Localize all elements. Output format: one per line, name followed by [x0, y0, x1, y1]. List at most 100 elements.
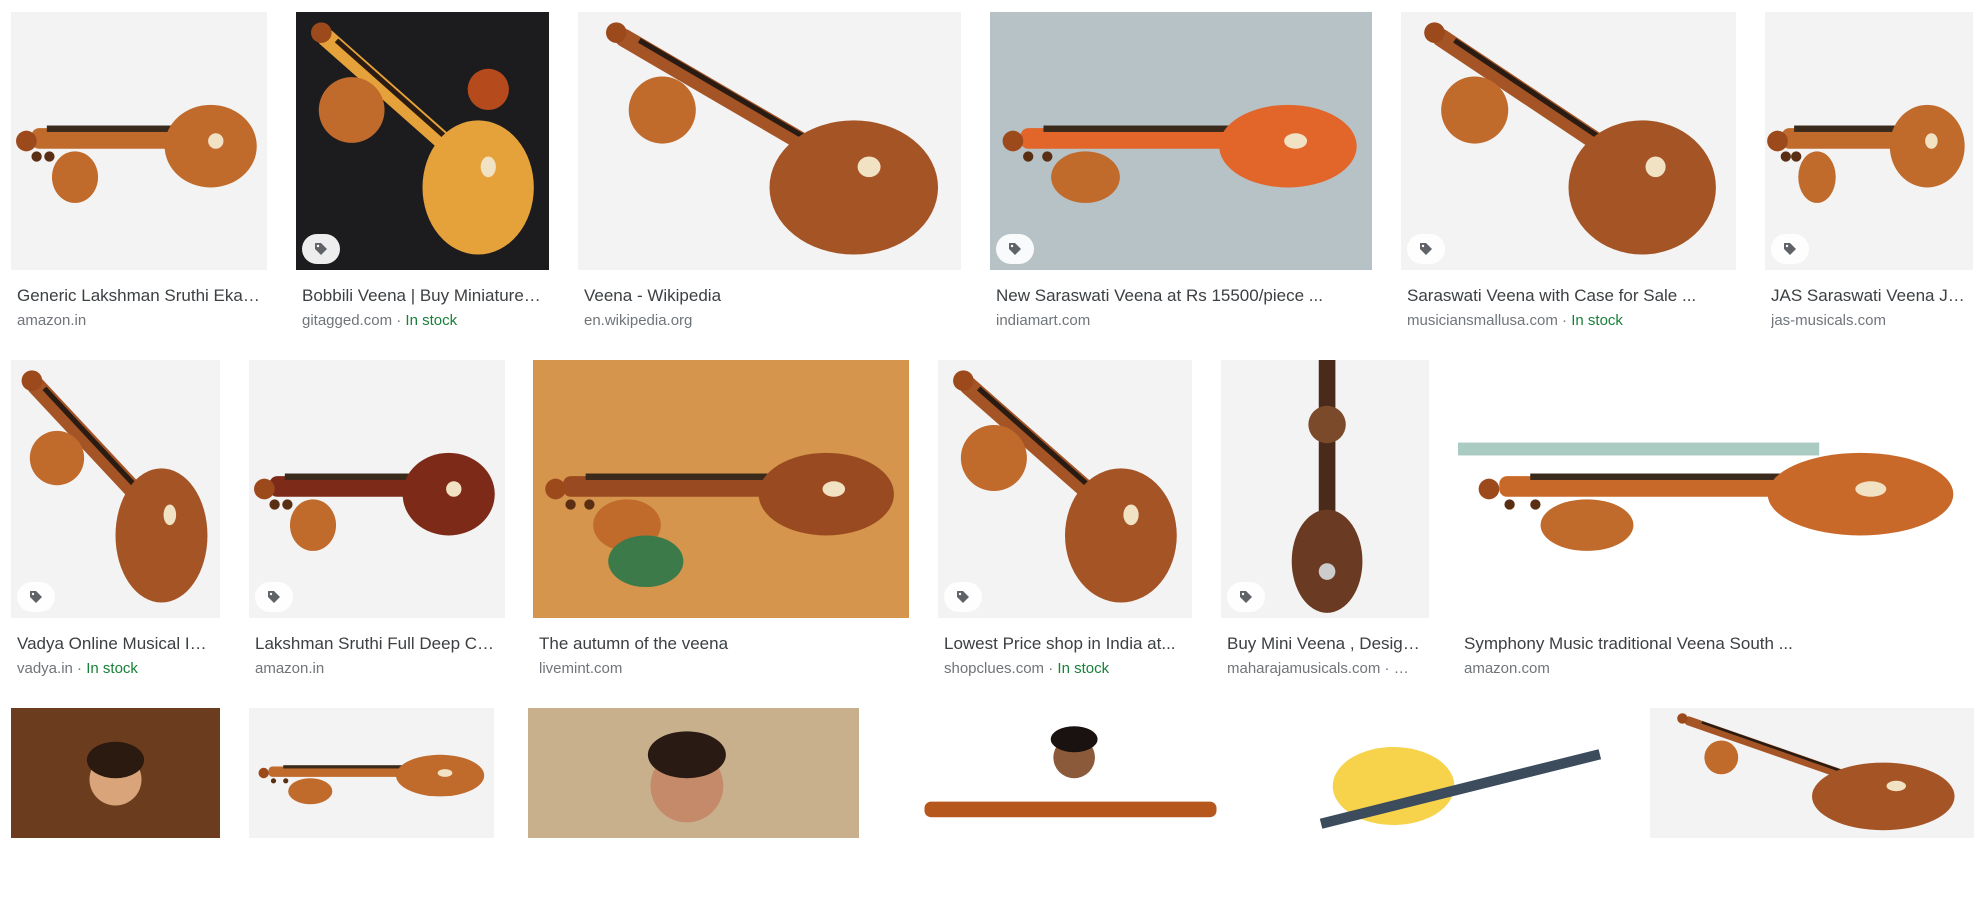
image-result-card[interactable]: New Saraswati Veena at Rs 15500/piece ..… [990, 12, 1372, 340]
veena-image [249, 360, 505, 618]
result-source: musiciansmallusa.com · In stock [1407, 312, 1623, 329]
image-result-card[interactable]: Vadya Online Musical Instruments vadya.in… [11, 360, 220, 688]
result-domain: livemint.com [539, 660, 623, 677]
price-tag-icon [1771, 234, 1809, 264]
result-title[interactable]: Veena - Wikipedia [584, 285, 957, 307]
result-title[interactable]: The autumn of the veena [539, 633, 905, 655]
price-tag-icon [944, 582, 982, 612]
image-result-card[interactable] [249, 708, 494, 908]
result-thumbnail[interactable] [1221, 360, 1429, 618]
veena-image [1282, 708, 1620, 838]
result-source: livemint.com [539, 659, 905, 679]
veena-image [11, 708, 220, 838]
result-source: indiamart.com [996, 311, 1368, 331]
veena-image [990, 12, 1372, 270]
result-thumbnail[interactable] [1765, 12, 1973, 270]
result-thumbnail[interactable] [578, 12, 961, 270]
result-domain: maharajamusicals.com · … [1227, 660, 1409, 677]
veena-image [1221, 360, 1429, 618]
result-thumbnail[interactable] [11, 12, 267, 270]
result-source: vadya.in · In stock [17, 660, 138, 677]
veena-image [296, 12, 549, 270]
result-source: amazon.in [17, 311, 263, 331]
image-result-card[interactable] [11, 708, 220, 908]
veena-image [578, 12, 961, 270]
result-thumbnail[interactable] [296, 12, 549, 270]
image-result-card[interactable] [1650, 708, 1974, 908]
image-result-card[interactable]: Generic Lakshman Sruthi Ekanda Veena amaz… [11, 12, 267, 340]
result-domain: indiamart.com [996, 312, 1091, 329]
result-title[interactable]: Generic Lakshman Sruthi Ekanda Veena [17, 285, 263, 307]
in-stock-label: In stock [86, 660, 138, 677]
image-result-card[interactable]: The autumn of the veena livemint.com [533, 360, 909, 688]
veena-image [1401, 12, 1736, 270]
result-title[interactable]: New Saraswati Veena at Rs 15500/piece ..… [996, 285, 1368, 307]
result-thumbnail[interactable] [11, 360, 220, 618]
result-title[interactable]: JAS Saraswati Veena JAS [1771, 285, 1969, 307]
result-domain: amazon.com [1464, 660, 1550, 677]
veena-image [1765, 12, 1973, 270]
veena-image [938, 360, 1192, 618]
result-title[interactable]: Lakshman Sruthi Full Deep Carved Veena [255, 633, 501, 655]
result-thumbnail[interactable] [1282, 708, 1620, 838]
price-tag-icon [996, 234, 1034, 264]
result-thumbnail[interactable] [249, 708, 494, 838]
in-stock-label: In stock [405, 312, 458, 329]
result-domain: en.wikipedia.org [584, 312, 693, 329]
result-source: amazon.in [255, 659, 501, 679]
result-title[interactable]: Bobbili Veena | Buy Miniature Veena [302, 285, 545, 307]
veena-image [11, 12, 267, 270]
result-domain: musiciansmallusa.com [1407, 312, 1558, 329]
image-result-card[interactable]: Buy Mini Veena , Designer Mini Veena maha… [1221, 360, 1429, 688]
image-result-card[interactable]: Lakshman Sruthi Full Deep Carved Veena am… [249, 360, 505, 688]
veena-image [249, 708, 494, 838]
result-thumbnail[interactable] [990, 12, 1372, 270]
result-thumbnail[interactable] [11, 708, 220, 838]
image-result-card[interactable] [528, 708, 859, 908]
price-tag-icon [255, 582, 293, 612]
result-source: jas-musicals.com [1771, 311, 1969, 331]
veena-image [1650, 708, 1974, 838]
image-result-card[interactable]: JAS Saraswati Veena JAS jas-musicals.com [1765, 12, 1973, 340]
image-result-card[interactable]: Veena - Wikipedia en.wikipedia.org [578, 12, 961, 340]
result-thumbnail[interactable] [533, 360, 909, 618]
result-thumbnail[interactable] [249, 360, 505, 618]
result-thumbnail[interactable] [1650, 708, 1974, 838]
price-tag-icon [17, 582, 55, 612]
result-domain: amazon.in [255, 660, 325, 677]
image-result-card[interactable] [888, 708, 1253, 908]
veena-image [11, 360, 220, 618]
veena-image [1458, 360, 1974, 618]
result-source: gitagged.com · In stock [302, 312, 458, 329]
result-title[interactable]: Symphony Music traditional Veena South .… [1464, 633, 1970, 655]
result-source: maharajamusicals.com · … [1227, 659, 1425, 679]
price-tag-icon [1407, 234, 1445, 264]
veena-image [888, 708, 1253, 838]
result-thumbnail[interactable] [1458, 360, 1974, 618]
result-source: amazon.com [1464, 659, 1970, 679]
image-result-card[interactable]: Lowest Price shop in India at... shopclue… [938, 360, 1192, 688]
image-result-card[interactable]: Bobbili Veena | Buy Miniature Veena gitag… [296, 12, 549, 340]
veena-image [528, 708, 859, 838]
result-title[interactable]: Vadya Online Musical Instruments [17, 633, 216, 655]
result-thumbnail[interactable] [528, 708, 859, 838]
veena-image [533, 360, 909, 618]
result-thumbnail[interactable] [938, 360, 1192, 618]
price-tag-icon [1227, 582, 1265, 612]
result-title[interactable]: Saraswati Veena with Case for Sale ... [1407, 285, 1732, 307]
result-domain: gitagged.com [302, 312, 393, 329]
image-result-card[interactable] [1282, 708, 1620, 908]
result-title[interactable]: Buy Mini Veena , Designer Mini Veena [1227, 633, 1425, 655]
in-stock-label: In stock [1057, 660, 1110, 677]
result-source: en.wikipedia.org [584, 311, 957, 331]
result-thumbnail[interactable] [888, 708, 1253, 838]
image-result-card[interactable]: Saraswati Veena with Case for Sale ... mu… [1401, 12, 1736, 340]
in-stock-label: In stock [1571, 312, 1623, 329]
result-domain: vadya.in [17, 660, 73, 677]
result-domain: jas-musicals.com [1771, 312, 1887, 329]
image-result-card[interactable]: Symphony Music traditional Veena South .… [1458, 360, 1974, 688]
result-domain: amazon.in [17, 312, 87, 329]
result-domain: shopclues.com [944, 660, 1045, 677]
result-thumbnail[interactable] [1401, 12, 1736, 270]
result-title[interactable]: Lowest Price shop in India at... [944, 633, 1188, 655]
